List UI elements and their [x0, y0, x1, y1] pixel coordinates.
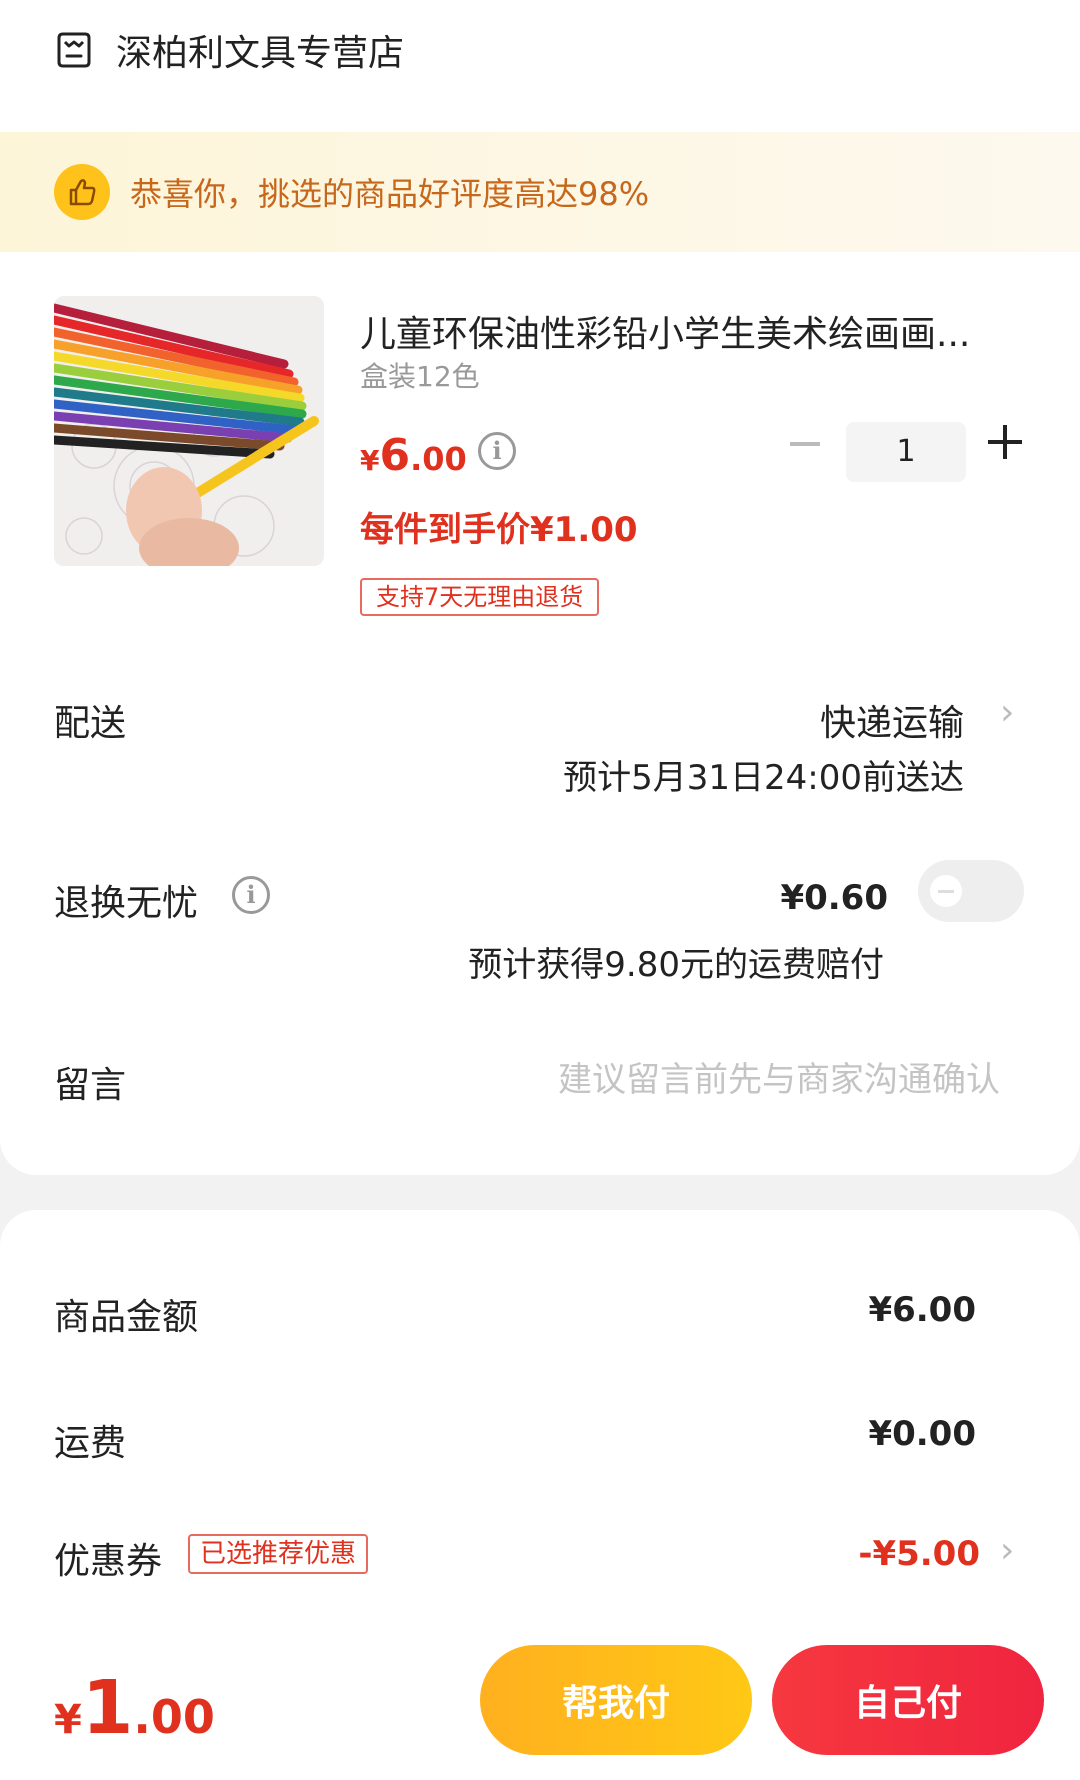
toggle-knob — [930, 875, 962, 907]
coupon-tag[interactable]: 已选推荐优惠 — [188, 1534, 369, 1574]
total-currency: ¥ — [54, 1697, 82, 1743]
return-insurance-price: ¥0.60 — [780, 878, 888, 918]
help-me-pay-button[interactable]: 帮我付 — [480, 1645, 752, 1755]
total-price: ¥ 1 .00 — [54, 1665, 215, 1751]
return-policy-tag: 支持7天无理由退货 — [360, 578, 600, 616]
coupon-label: 优惠券 — [54, 1541, 163, 1582]
goods-amount-value: ¥6.00 — [868, 1290, 976, 1330]
quantity-decrease-button[interactable] — [790, 442, 820, 446]
coupon-value[interactable]: -¥5.00 — [858, 1534, 980, 1574]
message-input[interactable] — [440, 1055, 1000, 1105]
checkout-bar: ¥ 1 .00 帮我付 自己付 — [0, 1625, 1080, 1780]
product-image[interactable] — [54, 296, 324, 566]
quantity-increase-button[interactable] — [988, 425, 1022, 459]
product-price: ¥ 6 .00 — [360, 430, 467, 481]
store-icon — [57, 32, 91, 68]
thumbs-up-icon — [54, 164, 110, 220]
pay-myself-button[interactable]: 自己付 — [772, 1645, 1044, 1755]
delivery-eta: 预计5月31日24:00前送达 — [563, 758, 964, 798]
chevron-right-icon[interactable]: › — [1000, 1530, 1014, 1571]
quantity-input[interactable]: 1 — [846, 422, 966, 482]
product-title[interactable]: 儿童环保油性彩铅小学生美术绘画画... — [360, 305, 1020, 357]
delivery-method[interactable]: 快递运输 — [820, 694, 964, 746]
price-info-icon[interactable]: i — [478, 432, 516, 470]
total-decimal: .00 — [133, 1690, 215, 1744]
shipping-label: 运费 — [54, 1423, 127, 1464]
shop-name: 深柏利文具专营店 — [116, 33, 405, 74]
price-integer: 6 — [379, 430, 411, 481]
price-decimal: .00 — [410, 440, 467, 478]
goods-amount-label: 商品金额 — [54, 1297, 199, 1338]
return-insurance-label: 退换无忧 — [54, 883, 199, 924]
compensation-note: 预计获得9.80元的运费赔付 — [468, 945, 884, 985]
return-insurance-info-icon[interactable]: i — [232, 876, 270, 914]
return-insurance-toggle[interactable] — [918, 860, 1024, 922]
rating-banner: 恭喜你，挑选的商品好评度高达98% — [0, 132, 1080, 252]
shop-header[interactable]: 深柏利文具专营店 — [0, 0, 1080, 130]
total-integer: 1 — [81, 1665, 134, 1751]
unit-final-price: 每件到手价¥1.00 — [360, 510, 638, 550]
delivery-label: 配送 — [54, 703, 127, 744]
banner-text: 恭喜你，挑选的商品好评度高达98% — [130, 175, 650, 213]
chevron-right-icon[interactable]: › — [1000, 692, 1014, 733]
product-spec: 盒装12色 — [360, 360, 480, 393]
price-currency: ¥ — [360, 444, 380, 477]
shipping-value: ¥0.00 — [868, 1414, 976, 1454]
message-label: 留言 — [54, 1065, 127, 1106]
